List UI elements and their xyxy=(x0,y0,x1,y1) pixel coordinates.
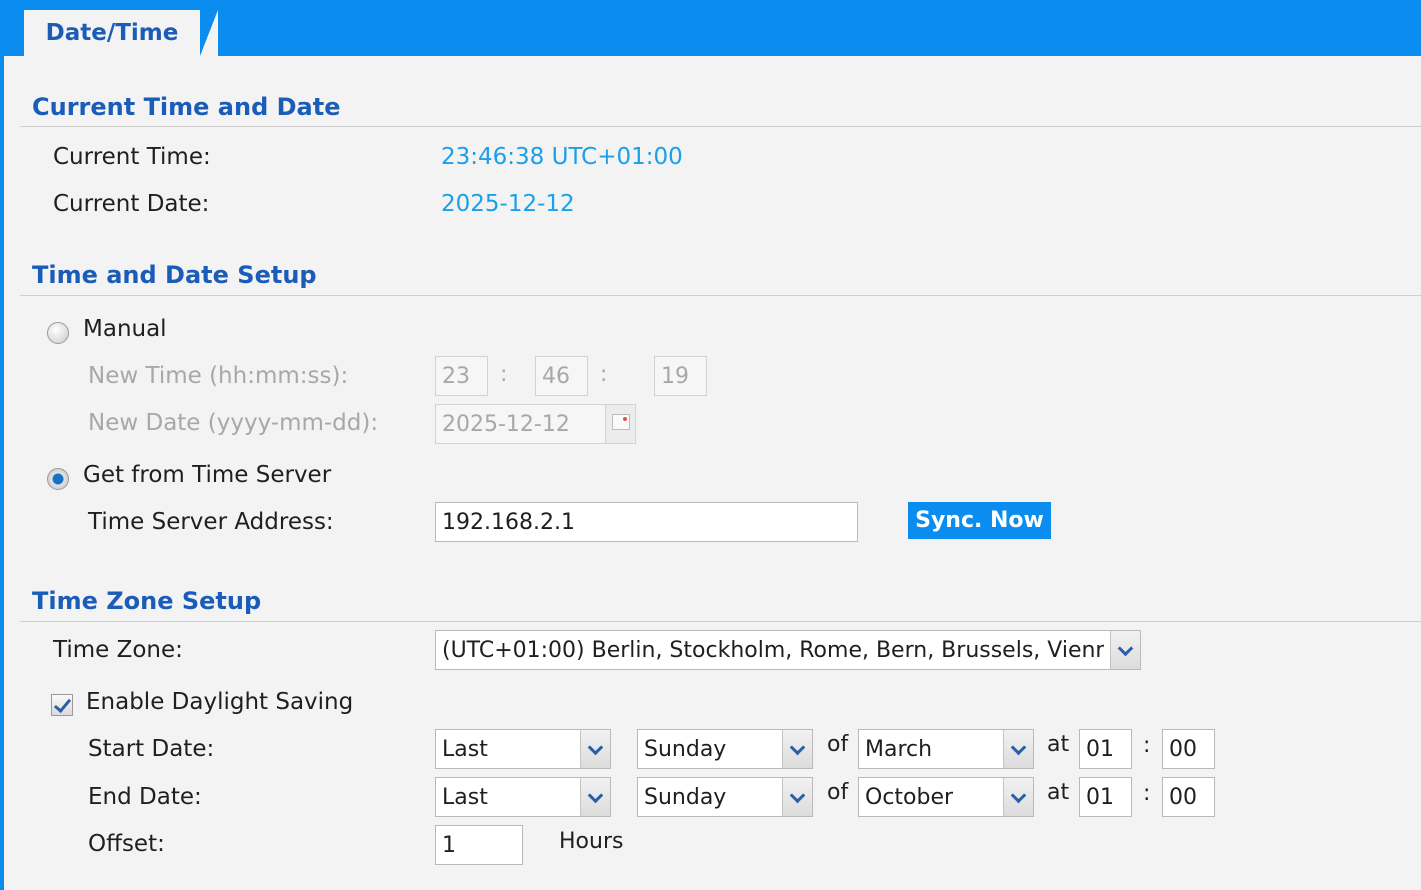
manual-label: Manual xyxy=(83,316,167,342)
time-zone-label: Time Zone: xyxy=(53,637,183,663)
of-label: of xyxy=(827,732,849,757)
end-day-value: Sunday xyxy=(644,785,727,810)
new-date-label: New Date (yyyy-mm-dd): xyxy=(88,410,379,436)
end-hour-input[interactable]: 01 xyxy=(1079,777,1132,817)
start-month-value: March xyxy=(865,737,933,762)
manual-radio[interactable] xyxy=(47,322,69,344)
start-week-value: Last xyxy=(442,737,488,762)
end-week-select[interactable]: Last xyxy=(435,777,611,817)
time-colon: : xyxy=(600,362,608,387)
tab-corner xyxy=(200,10,218,56)
current-date-value: 2025-12-12 xyxy=(441,191,575,217)
chevron-down-icon[interactable] xyxy=(782,778,812,816)
start-hour-input[interactable]: 01 xyxy=(1079,729,1132,769)
end-month-value: October xyxy=(865,785,954,810)
time-colon: : xyxy=(1143,781,1151,806)
chevron-down-icon[interactable] xyxy=(580,730,610,768)
time-colon: : xyxy=(500,362,508,387)
end-date-label: End Date: xyxy=(88,784,202,810)
offset-input[interactable]: 1 xyxy=(435,825,523,865)
start-minute-input[interactable]: 00 xyxy=(1162,729,1215,769)
chevron-down-icon[interactable] xyxy=(1003,730,1033,768)
current-time-label: Current Time: xyxy=(53,144,211,170)
start-month-select[interactable]: March xyxy=(858,729,1034,769)
left-edge xyxy=(0,56,4,890)
end-minute-input[interactable]: 00 xyxy=(1162,777,1215,817)
calendar-icon xyxy=(612,414,630,430)
current-time-value: 23:46:38 UTC+01:00 xyxy=(441,144,683,170)
section-zone-title: Time Zone Setup xyxy=(32,587,262,615)
end-month-select[interactable]: October xyxy=(858,777,1034,817)
start-date-label: Start Date: xyxy=(88,736,215,762)
time-colon: : xyxy=(1143,733,1151,758)
new-date-input[interactable]: 2025-12-12 xyxy=(435,404,636,444)
new-time-ss-input[interactable]: 19 xyxy=(654,356,707,396)
chevron-down-icon[interactable] xyxy=(580,778,610,816)
daylight-saving-label: Enable Daylight Saving xyxy=(86,689,354,715)
time-zone-value: (UTC+01:00) Berlin, Stockholm, Rome, Ber… xyxy=(442,638,1104,663)
chevron-down-icon[interactable] xyxy=(1110,631,1140,669)
section-setup-title: Time and Date Setup xyxy=(32,261,317,289)
of-label: of xyxy=(827,780,849,805)
hours-label: Hours xyxy=(559,829,624,854)
start-day-value: Sunday xyxy=(644,737,727,762)
new-date-value: 2025-12-12 xyxy=(442,412,570,437)
time-server-address-label: Time Server Address: xyxy=(88,509,334,535)
new-time-hh-input[interactable]: 23 xyxy=(435,356,488,396)
time-server-radio[interactable] xyxy=(47,468,69,490)
new-time-mm-input[interactable]: 46 xyxy=(535,356,588,396)
time-zone-select[interactable]: (UTC+01:00) Berlin, Stockholm, Rome, Ber… xyxy=(435,630,1141,670)
tab-date-time[interactable]: Date/Time xyxy=(24,10,200,56)
start-day-select[interactable]: Sunday xyxy=(637,729,813,769)
section-current-title: Current Time and Date xyxy=(32,93,341,121)
divider xyxy=(20,295,1421,296)
at-label: at xyxy=(1047,732,1070,757)
daylight-saving-checkbox[interactable] xyxy=(51,694,73,716)
calendar-button[interactable] xyxy=(605,405,635,443)
divider xyxy=(20,126,1421,127)
end-day-select[interactable]: Sunday xyxy=(637,777,813,817)
divider xyxy=(20,621,1421,622)
end-week-value: Last xyxy=(442,785,488,810)
time-server-address-input[interactable]: 192.168.2.1 xyxy=(435,502,858,542)
time-server-label: Get from Time Server xyxy=(83,462,332,488)
chevron-down-icon[interactable] xyxy=(782,730,812,768)
start-week-select[interactable]: Last xyxy=(435,729,611,769)
new-time-label: New Time (hh:mm:ss): xyxy=(88,363,349,389)
current-date-label: Current Date: xyxy=(53,191,210,217)
sync-now-button[interactable]: Sync. Now xyxy=(908,502,1051,539)
offset-label: Offset: xyxy=(88,831,165,857)
at-label: at xyxy=(1047,780,1070,805)
chevron-down-icon[interactable] xyxy=(1003,778,1033,816)
